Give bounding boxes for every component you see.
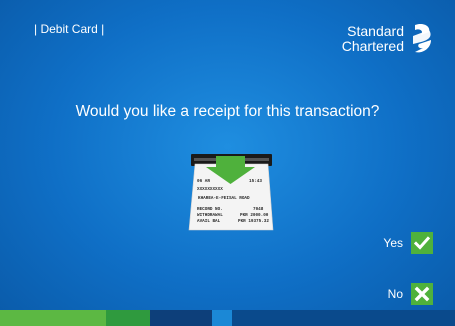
receipt-line-1a: 06 AR: [197, 179, 210, 184]
receipt-line-4b: 7048: [253, 207, 264, 212]
receipt-line-1b: 15:43: [249, 179, 262, 184]
bar-segment-light-green: [0, 310, 106, 326]
yes-option[interactable]: Yes: [383, 232, 433, 254]
bottom-color-bar: [0, 310, 455, 326]
receipt-line-5b: PKR 2000.00: [240, 213, 269, 218]
checkmark-icon: [414, 236, 430, 250]
bar-segment-blue: [212, 310, 232, 326]
receipt-dispense-icon: 06 AR 15:43 XXXXXXXXXX KHAREA-E-FEISAL R…: [188, 154, 274, 231]
standard-chartered-logo-icon: [413, 23, 431, 53]
receipt-question: Would you like a receipt for this transa…: [75, 103, 380, 120]
no-option[interactable]: No: [388, 283, 433, 305]
bar-segment-dark-blue: [232, 310, 455, 326]
brand-name: Standard Chartered: [342, 24, 404, 54]
yes-label[interactable]: Yes: [383, 236, 403, 250]
receipt-line-3a: KHAREA-E-FEISAL ROAD: [198, 196, 250, 201]
receipt-line-4a: RECORD NO.: [197, 207, 223, 212]
brand-name-line2: Chartered: [341, 38, 404, 54]
brand-name-line1: Standard: [347, 23, 404, 39]
bar-segment-green: [106, 310, 150, 326]
card-type-label: | Debit Card |: [34, 22, 105, 36]
no-label[interactable]: No: [388, 287, 403, 301]
receipt-line-6b: PKR 19375.32: [238, 219, 269, 224]
bar-segment-navy: [150, 310, 212, 326]
receipt-line-2a: XXXXXXXXXX: [197, 187, 223, 192]
no-button[interactable]: [411, 283, 433, 305]
atm-screen: | Debit Card | Standard Chartered Would …: [0, 0, 455, 326]
receipt-line-5a: WITHDRAWAL: [197, 213, 223, 218]
brand-logo: Standard Chartered: [342, 22, 435, 56]
receipt-line-6a: AVAIL BAL: [197, 219, 221, 224]
yes-button[interactable]: [411, 232, 433, 254]
x-icon: [414, 286, 430, 302]
